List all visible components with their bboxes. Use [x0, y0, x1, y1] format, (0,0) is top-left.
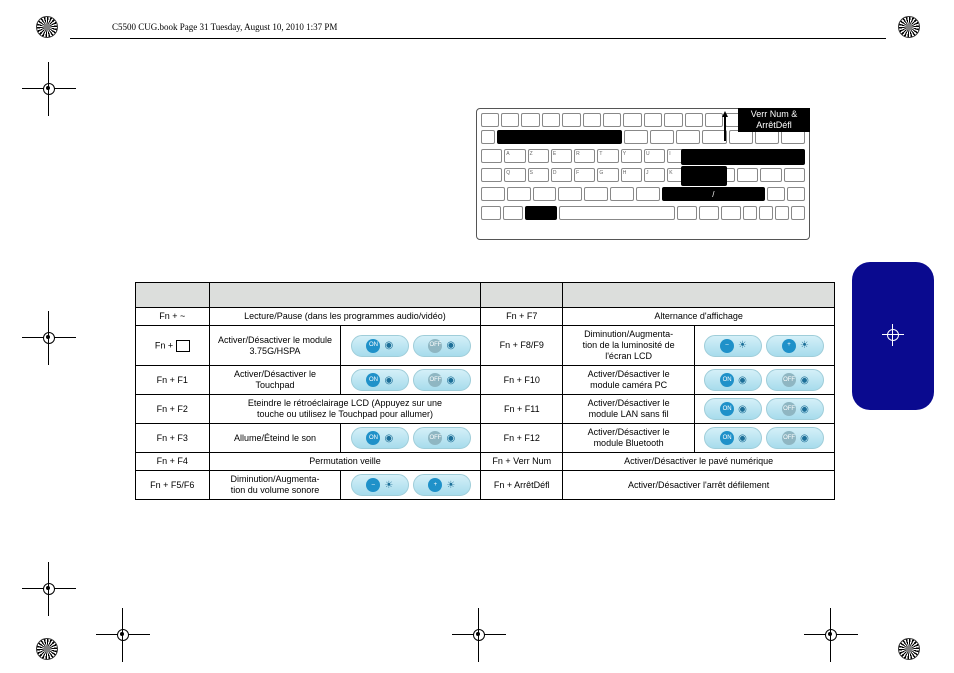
fn-status-icon: OFF◉	[766, 369, 824, 391]
table-cell: Fn + Verr Num	[481, 453, 563, 471]
table-cell: Alternance d'affichage	[563, 308, 835, 326]
header-rule	[70, 38, 886, 39]
registration-mark	[110, 622, 136, 648]
table-cell: Fn + F11	[481, 395, 563, 424]
fn-status-icon: ON◉	[704, 398, 762, 420]
fn-status-icon: –☀	[704, 335, 762, 357]
table-cell: ON◉OFF◉	[694, 424, 834, 453]
fn-status-icon: OFF◉	[766, 427, 824, 449]
registration-mark	[36, 325, 62, 351]
fn-status-icon: +☀	[413, 474, 471, 496]
table-cell: Fn + F10	[481, 366, 563, 395]
fn-status-icon: OFF◉	[413, 427, 471, 449]
table-cell: ON◉OFF◉	[341, 424, 481, 453]
table-cell: ON◉OFF◉	[341, 326, 481, 366]
keyboard-key: H	[621, 168, 642, 182]
table-cell: Activer/Désactiver lemodule Bluetooth	[563, 424, 695, 453]
keyboard-key: U	[644, 149, 665, 163]
fn-status-icon: OFF◉	[413, 335, 471, 357]
fn-status-icon: ON◉	[351, 369, 409, 391]
table-cell: Fn + F8/F9	[481, 326, 563, 366]
fn-status-icon: OFF◉	[413, 369, 471, 391]
crop-ball-tl	[36, 16, 58, 38]
table-row: Fn + F1Activer/Désactiver leTouchpadON◉O…	[136, 366, 835, 395]
fn-status-icon: ON◉	[704, 427, 762, 449]
table-cell: Eteindre le rétroéclairage LCD (Appuyez …	[209, 395, 481, 424]
keyboard-key: R	[574, 149, 595, 163]
crop-ball-tr	[898, 16, 920, 38]
table-cell: Activer/Désactiver lemodule caméra PC	[563, 366, 695, 395]
keyboard-key: D	[551, 168, 572, 182]
table-cell: Fn + ArrêtDéfl	[481, 471, 563, 500]
crop-ball-br	[898, 638, 920, 660]
fn-status-icon: +☀	[766, 335, 824, 357]
table-row: Fn + Activer/Désactiver le module 3.75G/…	[136, 326, 835, 366]
table-row: Fn + F2Eteindre le rétroéclairage LCD (A…	[136, 395, 835, 424]
table-cell: Fn + F4	[136, 453, 210, 471]
table-row: Fn + ~Lecture/Pause (dans les programmes…	[136, 308, 835, 326]
table-cell: Fn +	[136, 326, 210, 366]
keyboard-key: G	[597, 168, 618, 182]
fn-status-icon: OFF◉	[766, 398, 824, 420]
table-cell: Fn + F12	[481, 424, 563, 453]
table-cell: –☀+☀	[694, 326, 834, 366]
table-cell: ON◉OFF◉	[694, 395, 834, 424]
table-cell: ON◉OFF◉	[694, 366, 834, 395]
table-cell: Activer/Désactiver lemodule LAN sans fil	[563, 395, 695, 424]
table-header	[209, 283, 481, 308]
table-cell: Allume/Éteind le son	[209, 424, 341, 453]
side-tab	[852, 262, 934, 410]
table-cell: Diminution/Augmenta-tion du volume sonor…	[209, 471, 341, 500]
keyboard-key: S	[528, 168, 549, 182]
fn-status-icon: ON◉	[351, 335, 409, 357]
table-cell: Permutation veille	[209, 453, 481, 471]
keyboard-key: E	[551, 149, 572, 163]
keyboard-key: Z	[528, 149, 549, 163]
table-cell: Activer/Désactiver le module 3.75G/HSPA	[209, 326, 341, 366]
table-cell: Activer/Désactiver le pavé numérique	[563, 453, 835, 471]
table-cell: Fn + F5/F6	[136, 471, 210, 500]
keyboard-key: T	[597, 149, 618, 163]
registration-mark	[36, 76, 62, 102]
table-cell: Activer/Désactiver leTouchpad	[209, 366, 341, 395]
table-cell: Fn + F1	[136, 366, 210, 395]
keyboard-key: F	[574, 168, 595, 182]
table-cell: Fn + F7	[481, 308, 563, 326]
keyboard-key: J	[644, 168, 665, 182]
page-header: C5500 CUG.book Page 31 Tuesday, August 1…	[112, 22, 337, 32]
fn-status-icon: ON◉	[704, 369, 762, 391]
keyboard-key: Q	[504, 168, 525, 182]
table-cell: Fn + F3	[136, 424, 210, 453]
table-cell: Fn + ~	[136, 308, 210, 326]
table-row: Fn + F4Permutation veilleFn + Verr NumAc…	[136, 453, 835, 471]
keyboard-callout-label: Verr Num & ArrêtDéfl	[738, 108, 810, 132]
keyboard-key: Y	[621, 149, 642, 163]
registration-mark	[466, 622, 492, 648]
table-header	[136, 283, 210, 308]
table-cell: –☀+☀	[341, 471, 481, 500]
crop-ball-bl	[36, 638, 58, 660]
fn-status-icon: ON◉	[351, 427, 409, 449]
table-cell: Lecture/Pause (dans les programmes audio…	[209, 308, 481, 326]
keyboard-figure: AZERTYUIOP QSDFGHJKLM /	[476, 108, 816, 244]
registration-mark	[36, 576, 62, 602]
table-row: Fn + F5/F6Diminution/Augmenta-tion du vo…	[136, 471, 835, 500]
table-row: Fn + F3Allume/Éteind le sonON◉OFF◉Fn + F…	[136, 424, 835, 453]
table-cell: Fn + F2	[136, 395, 210, 424]
table-header	[563, 283, 835, 308]
registration-mark	[818, 622, 844, 648]
key-glyph-icon	[176, 340, 190, 352]
table-cell: ON◉OFF◉	[341, 366, 481, 395]
table-cell: Diminution/Augmenta-tion de la luminosit…	[563, 326, 695, 366]
table-cell: Activer/Désactiver l'arrêt défilement	[563, 471, 835, 500]
keyboard-key: A	[504, 149, 525, 163]
fn-status-icon: –☀	[351, 474, 409, 496]
fn-keys-table: Fn + ~Lecture/Pause (dans les programmes…	[135, 282, 835, 500]
table-header	[481, 283, 563, 308]
